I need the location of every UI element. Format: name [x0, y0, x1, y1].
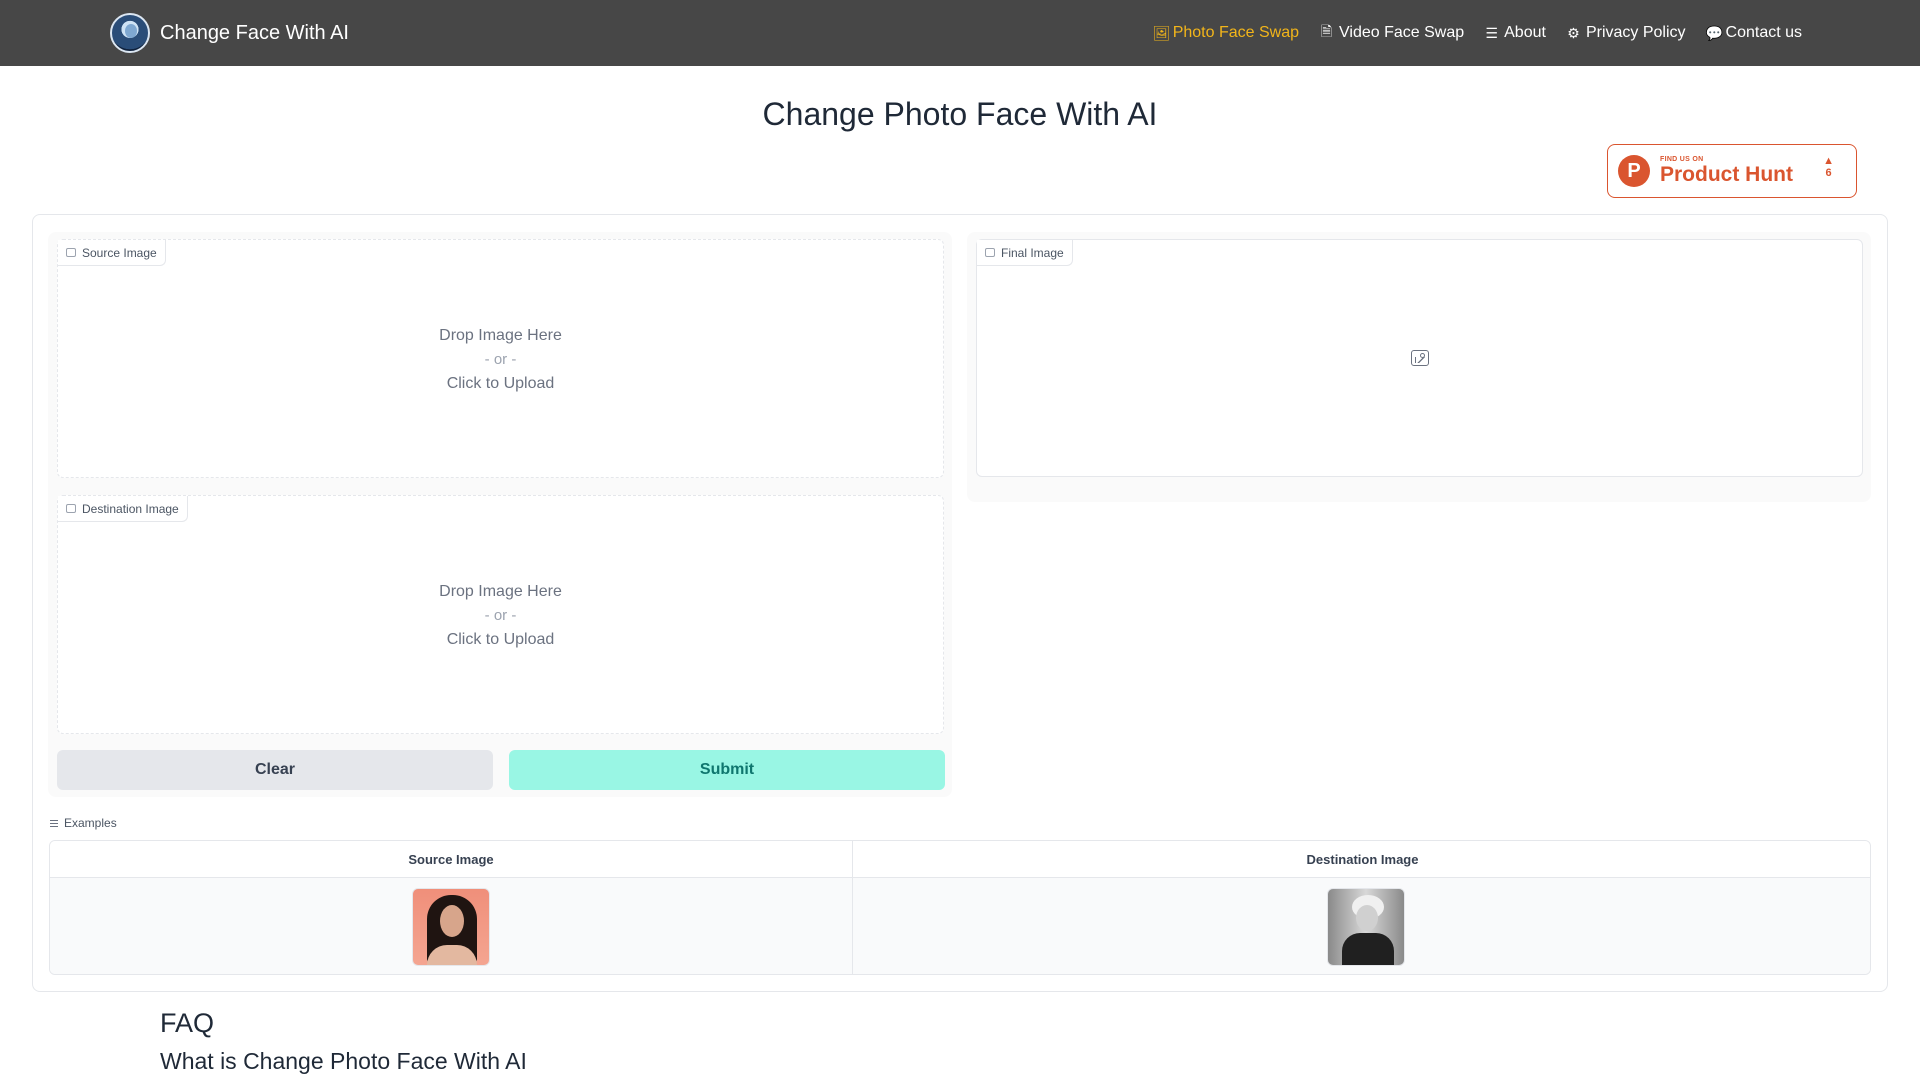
nav-link-privacy-policy[interactable]: ⚙ Privacy Policy	[1566, 24, 1686, 42]
column-header-source-image: Source Image	[408, 852, 494, 867]
list-icon: ☰	[1485, 24, 1498, 41]
clear-button[interactable]: Clear	[57, 750, 493, 790]
source-drop-instructions: Drop Image Here - or - Click to Upload	[58, 324, 943, 396]
final-image-label-text: Final Image	[1001, 245, 1064, 260]
image-icon	[985, 248, 995, 257]
faq-heading: FAQ	[160, 1008, 215, 1038]
destination-drop-instructions: Drop Image Here - or - Click to Upload	[58, 580, 943, 652]
product-hunt-votes: ▲ 6	[1823, 155, 1834, 179]
brand-link[interactable]: Change Face With AI	[110, 13, 349, 53]
column-divider	[852, 841, 853, 974]
example-destination-thumbnail[interactable]	[1327, 888, 1405, 966]
source-image-label-text: Source Image	[82, 245, 157, 260]
examples-label: Examples	[50, 816, 117, 830]
or-text: - or -	[484, 351, 517, 368]
submit-button[interactable]: Submit	[509, 750, 945, 790]
nav-link-photo-face-swap[interactable]: 🖼 Photo Face Swap	[1153, 24, 1299, 42]
drop-image-text: Drop Image Here	[439, 327, 562, 344]
product-hunt-logo-icon: P	[1618, 155, 1650, 187]
upvote-triangle-icon: ▲	[1823, 155, 1834, 167]
click-to-upload-text: Click to Upload	[446, 631, 555, 648]
examples-table: Source Image Destination Image	[49, 840, 1871, 975]
destination-image-label: Destination Image	[58, 496, 188, 522]
vote-count: 6	[1825, 167, 1832, 179]
example-source-thumbnail[interactable]	[412, 888, 490, 966]
video-file-icon: 🗎	[1320, 23, 1333, 39]
click-to-upload-text: Click to Upload	[446, 375, 555, 392]
nav-link-about[interactable]: ☰ About	[1484, 24, 1546, 42]
chat-bubble-icon: 💬	[1705, 24, 1723, 41]
top-navbar: Change Face With AI 🖼 Photo Face Swap 🗎 …	[0, 0, 1920, 66]
faq-question-heading: What is Change Photo Face With AI	[160, 1048, 527, 1074]
page-title: Change Photo Face With AI	[762, 96, 1158, 132]
brand-logo-icon	[110, 13, 150, 53]
image-file-icon: 🖼	[1152, 24, 1171, 41]
image-icon	[66, 248, 76, 257]
source-image-label: Source Image	[58, 240, 166, 266]
nav-link-label: Privacy Policy	[1585, 24, 1686, 41]
lock-icon: ⚙	[1567, 24, 1580, 41]
nav-link-video-face-swap[interactable]: 🗎 Video Face Swap	[1319, 21, 1464, 45]
final-image-output: Final Image	[976, 239, 1863, 477]
image-icon	[66, 504, 76, 513]
nav-links: 🖼 Photo Face Swap 🗎 Video Face Swap ☰ Ab…	[1153, 0, 1802, 66]
image-placeholder-icon	[1410, 350, 1429, 366]
destination-image-label-text: Destination Image	[82, 501, 179, 516]
nav-link-contact-us[interactable]: 💬 Contact us	[1706, 24, 1802, 42]
or-text: - or -	[484, 607, 517, 624]
nav-link-label: Contact us	[1725, 24, 1802, 41]
product-hunt-name: Product Hunt	[1660, 162, 1793, 186]
table-row[interactable]	[50, 878, 1870, 974]
examples-table-header: Source Image Destination Image	[50, 841, 1870, 878]
column-header-destination-image: Destination Image	[1306, 852, 1419, 867]
product-hunt-tagline: FIND US ON	[1660, 155, 1704, 163]
product-hunt-badge[interactable]: P FIND US ON Product Hunt ▲ 6	[1607, 144, 1857, 198]
examples-label-text: Examples	[64, 816, 117, 830]
destination-image-dropzone[interactable]: Destination Image Drop Image Here - or -…	[57, 495, 944, 734]
nav-link-label: Video Face Swap	[1339, 24, 1465, 41]
nav-link-label: Photo Face Swap	[1172, 24, 1299, 41]
source-image-dropzone[interactable]: Source Image Drop Image Here - or - Clic…	[57, 239, 944, 478]
final-image-label: Final Image	[977, 240, 1073, 266]
brand-name: Change Face With AI	[160, 21, 349, 44]
list-icon	[50, 819, 58, 827]
drop-image-text: Drop Image Here	[439, 583, 562, 600]
nav-link-label: About	[1504, 24, 1546, 41]
